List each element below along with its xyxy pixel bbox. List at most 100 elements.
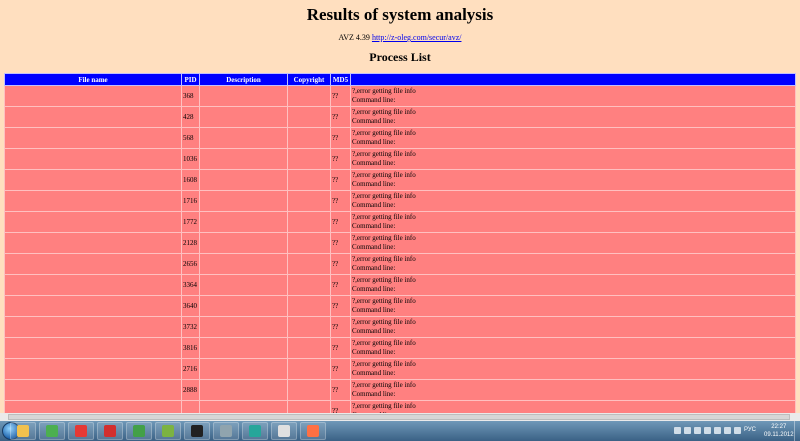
cell-info: ?,error getting file infoCommand line: [350,169,796,191]
taskbar-button[interactable] [97,422,123,440]
scrollbar-thumb[interactable] [8,414,790,420]
taskbar-button[interactable] [10,422,36,440]
command-line: Command line: [352,222,396,230]
command-line: Command line: [352,180,396,188]
command-line: Command line: [352,138,396,146]
cell-description [199,106,288,128]
table-header-row: File name PID Description Copyright MD5 [4,73,796,86]
taskbar-button[interactable] [155,422,181,440]
table-row: 3640?? ?,error getting file info Command l… [4,295,796,317]
cell-md5: ?? [330,295,351,317]
table-body: 368?? ?,error getting file info Command li… [4,85,796,413]
cell-md5: ?? [330,232,351,254]
opera-icon [104,425,116,437]
language-indicator[interactable]: РУС [744,427,756,433]
taskbar-button[interactable] [242,422,268,440]
cell-file-name [4,253,182,275]
info-line: ?,error getting file info [352,276,416,284]
cell-info: ?,error getting file infoCommand line: [350,85,796,107]
cell-md5: ?? [330,274,351,296]
table-row: 2128?? ?,error getting file info Command l… [4,232,796,254]
tray-battery-icon[interactable] [734,427,741,434]
show-desktop-button[interactable] [794,421,800,441]
table-row: ???,error getting file infoCommand line: [4,400,796,413]
cell-md5: ?? [330,358,351,380]
tray-network-icon[interactable] [714,427,721,434]
header-md5: MD5 [330,73,351,86]
winamp-icon [191,425,203,437]
taskbar-button[interactable] [213,422,239,440]
cell-description [199,316,288,338]
info-line: ?,error getting file info [352,318,416,326]
cell-info: ?,error getting file infoCommand line: [350,148,796,170]
cell-info: ?,error getting file infoCommand line: [350,400,796,413]
info-line: ?,error getting file info [352,192,416,200]
info-line: ?,error getting file info [352,255,416,263]
tray-app-icon[interactable] [684,427,691,434]
tray-shield-icon[interactable] [704,427,711,434]
taskbar-button[interactable] [300,422,326,440]
horizontal-scrollbar[interactable] [0,413,800,421]
cell-pid: 1608 [181,169,200,191]
cell-pid: 1716 [181,190,200,212]
tray-flag-icon[interactable] [694,427,701,434]
cell-md5: ?? [330,190,351,212]
cell-copyright [287,337,331,359]
tray-arrow-icon[interactable] [674,427,681,434]
cell-pid: 3816 [181,337,200,359]
cell-copyright [287,253,331,275]
cell-md5: ?? [330,211,351,233]
cell-copyright [287,190,331,212]
info-line: ?,error getting file info [352,381,416,389]
info-line: ?,error getting file info [352,234,416,242]
cell-description [199,232,288,254]
info-line: ?,error getting file info [352,402,416,410]
cell-file-name [4,211,182,233]
cell-file-name [4,337,182,359]
command-line: Command line: [352,285,396,293]
info-line: ?,error getting file info [352,87,416,95]
cell-pid: 428 [181,106,200,128]
cell-pid: 1772 [181,211,200,233]
cell-file-name [4,400,182,413]
clock-date: 09.11.2012 [764,432,794,438]
cell-md5: ?? [330,127,351,149]
cell-file-name [4,274,182,296]
cell-copyright [287,127,331,149]
window-icon [278,425,290,437]
tray-volume-icon[interactable] [724,427,731,434]
cell-copyright [287,148,331,170]
taskbar-button[interactable] [39,422,65,440]
taskbar-button[interactable] [271,422,297,440]
table-row: 368?? ?,error getting file info Command li… [4,85,796,107]
cell-md5: ?? [330,106,351,128]
cell-pid: 3640 [181,295,200,317]
table-row: 3816?? ?,error getting file info Command l… [4,337,796,359]
cell-pid: 2128 [181,232,200,254]
cell-copyright [287,211,331,233]
command-line: Command line: [352,117,396,125]
taskbar-button[interactable] [68,422,94,440]
cell-pid: 3364 [181,274,200,296]
explorer-icon [17,425,29,437]
taskbar-button[interactable] [126,422,152,440]
clock[interactable]: 22:27 09.11.2012 [764,423,794,439]
command-line: Command line: [352,96,396,104]
command-line: Command line: [352,243,396,251]
command-line: Command line: [352,201,396,209]
avz-link[interactable]: http://z-oleg.com/secur/avz/ [372,33,462,42]
cell-file-name [4,169,182,191]
cell-md5: ?? [330,337,351,359]
cell-md5: ?? [330,148,351,170]
cell-info: ?,error getting file infoCommand line: [350,106,796,128]
cell-description [199,169,288,191]
cell-description [199,274,288,296]
cell-pid [181,400,200,413]
taskbar-button[interactable] [184,422,210,440]
cell-copyright [287,295,331,317]
version-text: AVZ 4.39 [338,33,370,42]
cell-md5: ?? [330,379,351,401]
command-line: Command line: [352,306,396,314]
network-icon [220,425,232,437]
system-tray: РУС 22:27 09.11.2012 [670,421,800,441]
